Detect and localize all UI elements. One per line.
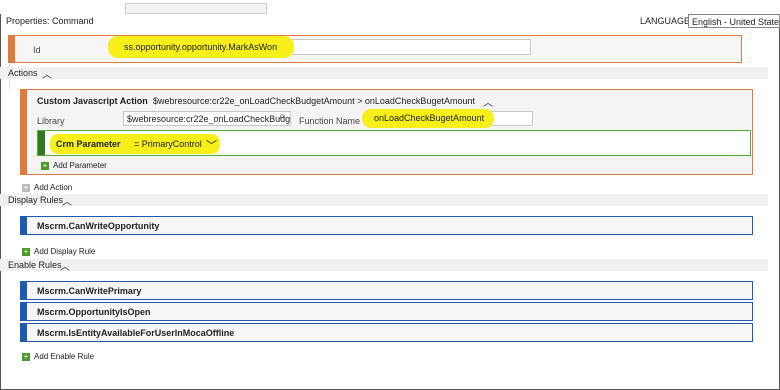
add-action-label: Add Action (34, 183, 73, 192)
action-accent-bar (21, 90, 27, 174)
add-parameter-button[interactable]: + Add Parameter (41, 161, 107, 170)
add-parameter-label: Add Parameter (53, 161, 107, 170)
enable-rules-section-header[interactable]: Enable Rules ︿ (0, 258, 768, 273)
enable-rule-label: Mscrm.CanWritePrimary (37, 286, 142, 296)
parameter-name: Crm Parameter (56, 139, 121, 149)
plus-icon: + (22, 182, 30, 192)
crm-parameter[interactable]: Crm Parameter = PrimaryControl ﹀ (37, 130, 751, 156)
scrollbar-thumb[interactable] (125, 3, 267, 14)
page-title: Properties: Command (6, 16, 94, 26)
actions-label: Actions (8, 68, 38, 78)
language-label: LANGUAGE: (640, 16, 693, 26)
rule-accent-bar (21, 303, 27, 320)
function-name-input[interactable]: onLoadCheckBugetAmount (362, 109, 533, 128)
plus-icon: + (22, 246, 30, 256)
chevron-up-icon[interactable]: ︿ (62, 193, 72, 208)
plus-icon: + (22, 351, 30, 361)
action-description: $webresource:cr22e_onLoadCheckBudgetAmou… (153, 96, 475, 106)
chevron-up-icon[interactable]: ︿ (483, 94, 493, 109)
chevron-up-icon[interactable]: ︿ (42, 66, 52, 81)
library-label: Library (37, 116, 65, 126)
enable-rule-label: Mscrm.IsEntityAvailableForUserInMocaOffl… (37, 328, 235, 338)
add-action-button[interactable]: + Add Action (22, 183, 72, 192)
actions-section-header[interactable]: Actions ︿ (0, 66, 768, 81)
enable-rule-label: Mscrm.OpportunityIsOpen (37, 307, 151, 317)
rule-accent-bar (21, 324, 27, 341)
chevron-up-icon[interactable]: ︿ (60, 258, 70, 273)
id-accent-bar (9, 36, 15, 62)
parameter-value: = PrimaryControl (134, 139, 202, 149)
enable-rule-item[interactable]: Mscrm.IsEntityAvailableForUserInMocaOffl… (20, 323, 753, 342)
display-rule-label: Mscrm.CanWriteOpportunity (37, 221, 160, 231)
plus-icon: + (41, 160, 49, 170)
rule-accent-bar (21, 217, 27, 234)
enable-rules-label: Enable Rules (8, 260, 62, 270)
action-title: Custom Javascript Action (37, 96, 148, 106)
enable-rule-item[interactable]: Mscrm.OpportunityIsOpen (20, 302, 753, 321)
id-label: Id (33, 45, 41, 55)
top-scrollbar[interactable] (0, 0, 780, 14)
chevron-down-icon[interactable]: ﹀ (206, 137, 217, 153)
display-rule-item[interactable]: Mscrm.CanWriteOpportunity (20, 216, 753, 235)
add-display-rule-button[interactable]: + Add Display Rule (22, 247, 95, 256)
custom-javascript-action[interactable]: Custom Javascript Action $webresource:cr… (20, 89, 753, 175)
parameter-accent-bar (38, 131, 45, 155)
add-enable-rule-label: Add Enable Rule (34, 352, 95, 361)
display-rules-section-header[interactable]: Display Rules ︿ (0, 193, 768, 208)
search-icon[interactable]: ⌕ (279, 111, 285, 122)
id-value: ss.opportunity.opportunity.MarkAsWon (124, 42, 278, 52)
rule-accent-bar (21, 282, 27, 299)
id-panel: Id ss.opportunity.opportunity.MarkAsWon (8, 35, 742, 63)
add-enable-rule-button[interactable]: + Add Enable Rule (22, 352, 94, 361)
display-rules-label: Display Rules (8, 195, 64, 205)
function-name-value: onLoadCheckBugetAmount (374, 113, 485, 123)
library-input[interactable]: $webresource:cr22e_onLoadCheckBudg (123, 111, 291, 126)
function-name-label: Function Name (299, 116, 361, 126)
enable-rule-item[interactable]: Mscrm.CanWritePrimary (20, 281, 753, 300)
language-select[interactable]: English - United States (688, 14, 780, 28)
add-display-rule-label: Add Display Rule (34, 247, 96, 256)
id-input[interactable]: ss.opportunity.opportunity.MarkAsWon (108, 36, 531, 58)
